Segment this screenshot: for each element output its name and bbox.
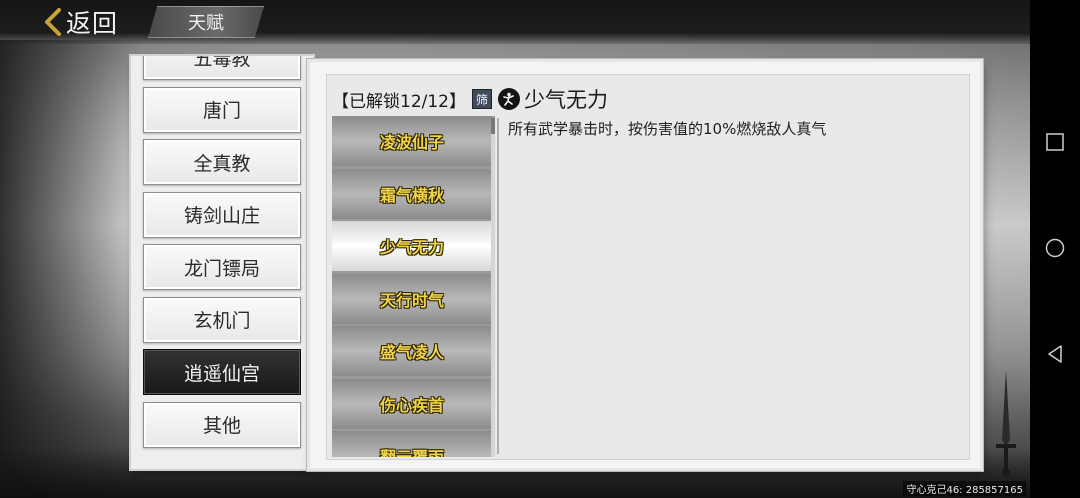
back-label: 返回 [66, 9, 119, 38]
sect-list-panel: 五毒教唐门全真教铸剑山庄龙门镖局玄机门逍遥仙宫其他 [131, 56, 313, 469]
panel-divider [497, 118, 499, 454]
talent-list[interactable]: 凌波仙子霜气横秋少气无力天行时气盛气凌人伤心疾首翻云覆雨 [332, 116, 495, 457]
sword-decoration-icon [986, 370, 1026, 484]
back-button[interactable]: 返回 [44, 4, 118, 40]
sect-list[interactable]: 五毒教唐门全真教铸剑山庄龙门镖局玄机门逍遥仙宫其他 [143, 56, 303, 454]
talent-header: 【已解锁12/12】 筛 少气无力 [332, 86, 608, 112]
talent-item[interactable]: 翻云覆雨 [332, 431, 492, 457]
page-title: 天赋 [188, 13, 224, 34]
martial-stance-icon [498, 88, 520, 110]
ink-wash-left [0, 40, 140, 498]
talent-item[interactable]: 凌波仙子 [332, 116, 492, 166]
talent-list-panel: 凌波仙子霜气横秋少气无力天行时气盛气凌人伤心疾首翻云覆雨 [332, 116, 495, 457]
talent-item[interactable]: 伤心疾首 [332, 378, 492, 429]
sect-item[interactable]: 铸剑山庄 [143, 191, 301, 238]
talent-description: 所有武学暴击时，按伤害值的10%燃烧敌人真气 [508, 120, 827, 138]
square-icon [1046, 133, 1064, 151]
talent-item[interactable]: 少气无力 [332, 221, 492, 271]
sect-item[interactable]: 其他 [143, 401, 301, 448]
sect-item[interactable]: 逍遥仙宫 [143, 349, 301, 395]
top-bar: 返回 天赋 [0, 0, 1030, 44]
watermark-text: 守心克己46: 285857165 [903, 481, 1026, 496]
game-scene: 返回 天赋 五毒教唐门全真教铸剑山庄龙门镖局玄机门逍遥仙宫其他 【已解锁12/1… [0, 0, 1030, 498]
scrollbar-thumb[interactable] [491, 118, 495, 134]
android-nav-bar [1030, 0, 1080, 498]
talent-item[interactable]: 盛气凌人 [332, 326, 492, 376]
triangle-back-icon [1048, 345, 1062, 363]
sect-item[interactable]: 唐门 [143, 86, 301, 133]
sect-item[interactable]: 龙门镖局 [143, 244, 301, 290]
talent-list-scrollbar[interactable] [491, 118, 495, 457]
talent-item[interactable]: 天行时气 [332, 273, 492, 324]
unlock-count-label: 【已解锁12/12】 [332, 91, 466, 112]
recent-apps-button[interactable] [1042, 129, 1068, 155]
home-button[interactable] [1042, 235, 1068, 261]
filter-button[interactable]: 筛 [472, 89, 492, 109]
back-nav-button[interactable] [1042, 341, 1068, 367]
back-arrow-icon [44, 8, 62, 36]
sect-item[interactable]: 玄机门 [143, 296, 301, 343]
selected-talent-name: 少气无力 [524, 88, 608, 112]
page-title-tab: 天赋 [148, 6, 264, 38]
talent-item[interactable]: 霜气横秋 [332, 168, 492, 219]
circle-icon [1045, 238, 1065, 258]
sect-item[interactable]: 五毒教 [143, 56, 301, 80]
sect-item[interactable]: 全真教 [143, 139, 301, 185]
